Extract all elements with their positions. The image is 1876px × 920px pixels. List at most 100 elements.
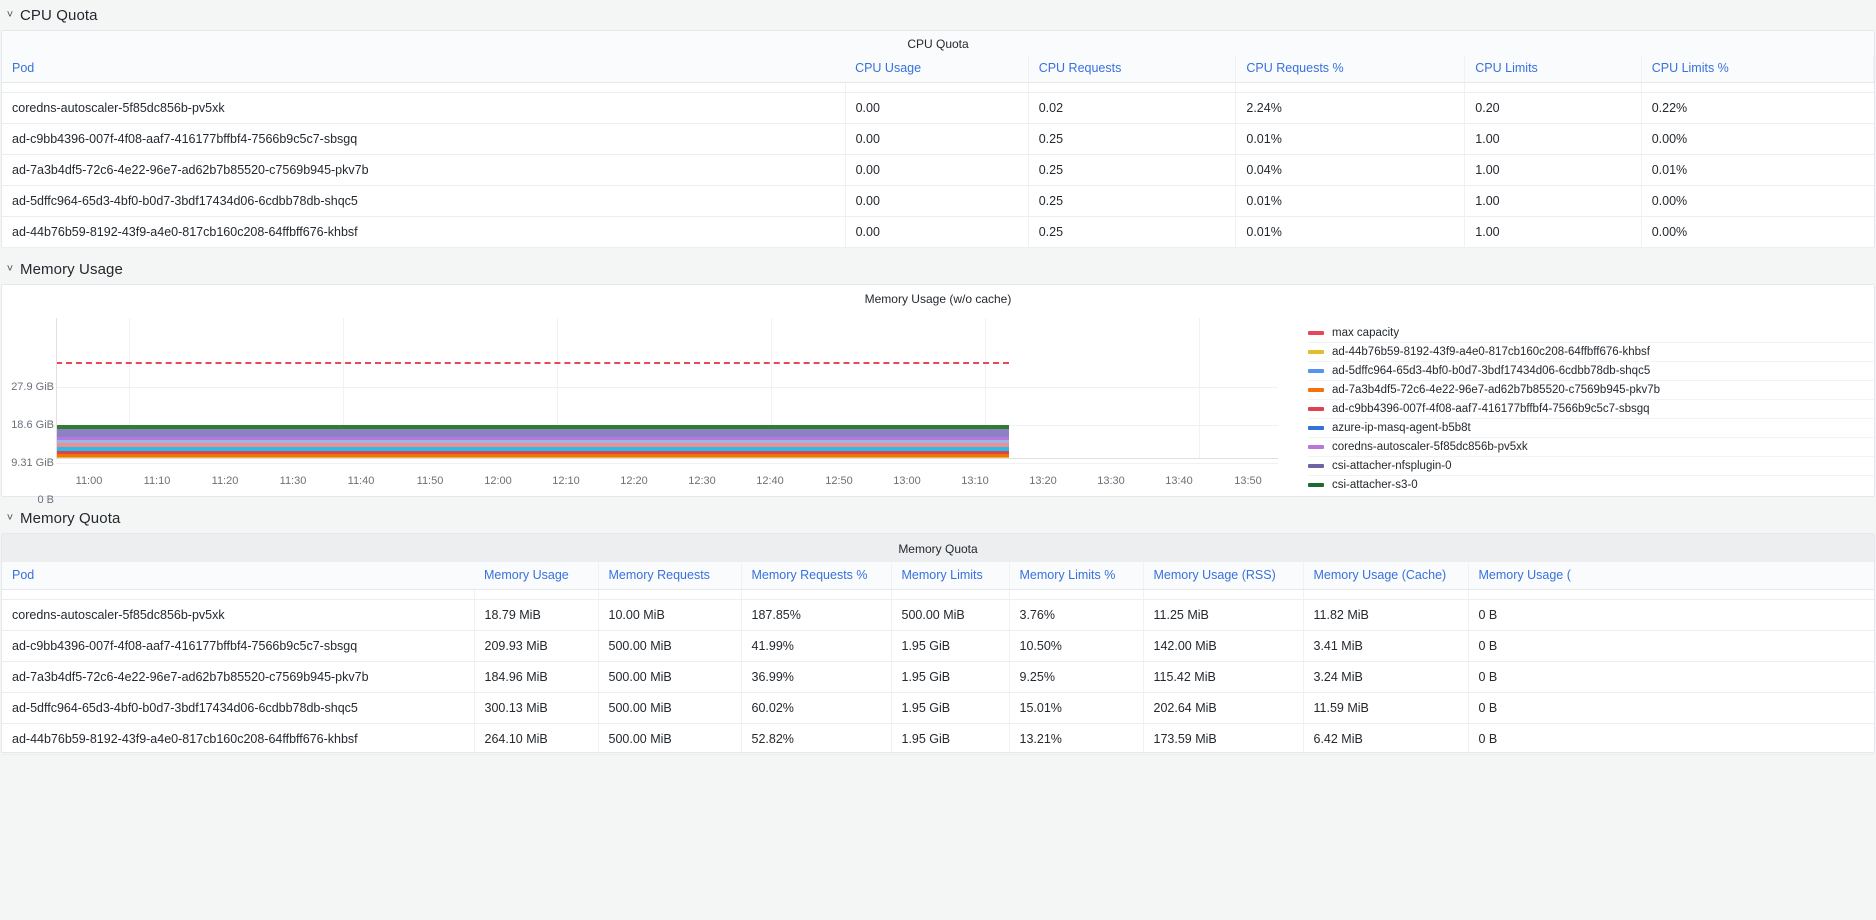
cell-memory-usage-rss: 142.00 MiB: [1143, 630, 1304, 662]
col-header-pod[interactable]: Pod: [2, 562, 474, 590]
legend-color-swatch: [1308, 330, 1324, 335]
cell-memory-usage-rss: 115.42 MiB: [1143, 661, 1304, 693]
table-row[interactable]: coredns-autoscaler-5f85dc856b-pv5xk 0.00…: [2, 92, 1874, 124]
cell-cpu-limits-pct: 0.00%: [1641, 216, 1874, 248]
panel-title-cpu-quota: CPU Quota: [2, 31, 1874, 55]
table-row[interactable]: ad-c9bb4396-007f-4f08-aaf7-416177bffbf4-…: [2, 630, 1874, 662]
y-tick-label: 27.9 GiB: [11, 381, 54, 393]
cell-memory-usage-extra: 0 B: [1468, 661, 1874, 693]
table-row[interactable]: ad-5dffc964-65d3-4bf0-b0d7-3bdf17434d06-…: [2, 692, 1874, 724]
cell-memory-limits-pct: 15.01%: [1009, 692, 1144, 724]
col-header-cpu-requests[interactable]: CPU Requests: [1028, 55, 1237, 83]
col-header-cpu-limits[interactable]: CPU Limits: [1464, 55, 1642, 83]
x-tick-label: 13:10: [961, 475, 989, 487]
cell-cpu-limits-pct: 0.22%: [1641, 92, 1874, 124]
cell-cpu-usage: 0.00: [845, 92, 1029, 124]
chevron-down-icon[interactable]: ˅: [4, 512, 16, 524]
row-header-cpu-quota[interactable]: ˅ CPU Quota: [0, 0, 1876, 30]
x-tick-label: 13:40: [1165, 475, 1193, 487]
cell-memory-usage-cache: 11.59 MiB: [1303, 692, 1469, 724]
legend-item-label: ad-5dffc964-65d3-4bf0-b0d7-3bdf17434d06-…: [1332, 365, 1651, 377]
col-header-cpu-usage[interactable]: CPU Usage: [845, 55, 1029, 83]
cpu-quota-table: Pod CPU Usage CPU Requests CPU Requests …: [2, 55, 1874, 248]
cell-cpu-requests: 0.25: [1028, 185, 1237, 217]
chart-plot-area[interactable]: 27.9 GiB 18.6 GiB 9.31 GiB 0 B 11:00 11:…: [2, 310, 1294, 506]
cell-memory-limits: 500.00 MiB: [891, 599, 1010, 631]
cell-cpu-usage: 0.00: [845, 123, 1029, 155]
legend-item[interactable]: coredns-autoscaler-5f85dc856b-pv5xk: [1308, 437, 1874, 456]
row-title-cpu-quota: CPU Quota: [20, 6, 98, 24]
col-header-memory-limits[interactable]: Memory Limits: [891, 562, 1010, 590]
row-title-memory-quota: Memory Quota: [20, 509, 121, 527]
legend-item-label: ad-c9bb4396-007f-4f08-aaf7-416177bffbf4-…: [1332, 403, 1650, 415]
table-row-clipped[interactable]: azure-ip-masq-agent-b5b8t 10.00 MiB 50.0…: [2, 589, 1874, 600]
cell-pod: coredns-autoscaler-5f85dc856b-pv5xk: [2, 92, 846, 124]
legend-item[interactable]: ad-7a3b4df5-72c6-4e22-96e7-ad62b7b85520-…: [1308, 380, 1874, 399]
chart-legend[interactable]: max capacity ad-44b76b59-8192-43f9-a4e0-…: [1294, 310, 1874, 495]
x-tick-label: 12:50: [825, 475, 853, 487]
legend-item[interactable]: csi-attacher-nfsplugin-0: [1308, 456, 1874, 475]
cell-memory-usage-extra: 0 B: [1468, 692, 1874, 724]
legend-item[interactable]: ad-5dffc964-65d3-4bf0-b0d7-3bdf17434d06-…: [1308, 361, 1874, 380]
table-row[interactable]: ad-7a3b4df5-72c6-4e22-96e7-ad62b7b85520-…: [2, 661, 1874, 693]
table-row-clipped[interactable]: azure-ip-masq-agent-b5b8t 0.00 0.10 0.91…: [2, 82, 1874, 93]
cell-memory-usage-cache: 3.41 MiB: [1303, 630, 1469, 662]
table-row[interactable]: ad-44b76b59-8192-43f9-a4e0-817cb160c208-…: [2, 723, 1874, 755]
cell-memory-limits-pct: 13.21%: [1009, 723, 1144, 755]
cell-memory-usage: 300.13 MiB: [474, 692, 599, 724]
plot-canvas: [56, 318, 1278, 464]
x-tick-label: 12:10: [552, 475, 580, 487]
row-header-memory-quota[interactable]: ˅ Memory Quota: [0, 503, 1876, 533]
col-header-memory-usage-cache[interactable]: Memory Usage (Cache): [1303, 562, 1469, 590]
cell-memory-limits-pct: 3.76%: [1009, 599, 1144, 631]
col-header-memory-limits-pct[interactable]: Memory Limits %: [1009, 562, 1144, 590]
cell-memory-requests: 10.00 MiB: [598, 599, 742, 631]
table-row[interactable]: ad-44b76b59-8192-43f9-a4e0-817cb160c208-…: [2, 216, 1874, 248]
legend-item[interactable]: ad-44b76b59-8192-43f9-a4e0-817cb160c208-…: [1308, 342, 1874, 361]
cell-cpu-requests-pct: 2.24%: [1235, 92, 1466, 124]
cell-memory-usage-cache: 11.82 MiB: [1303, 599, 1469, 631]
row-header-memory-usage[interactable]: ˅ Memory Usage: [0, 254, 1876, 284]
cell-cpu-limits: 0.20: [1464, 92, 1642, 124]
legend-item[interactable]: max capacity: [1308, 323, 1874, 342]
cell-pod: ad-c9bb4396-007f-4f08-aaf7-416177bffbf4-…: [2, 630, 475, 662]
dashboard-root: ˅ CPU Quota CPU Quota Pod CPU Usage CPU …: [0, 0, 1876, 920]
table-row[interactable]: ad-c9bb4396-007f-4f08-aaf7-416177bffbf4-…: [2, 123, 1874, 155]
cell-memory-limits-pct: 10.50%: [1009, 630, 1144, 662]
col-header-cpu-limits-pct[interactable]: CPU Limits %: [1641, 55, 1874, 83]
cell-pod: ad-5dffc964-65d3-4bf0-b0d7-3bdf17434d06-…: [2, 692, 475, 724]
col-header-memory-requests-pct[interactable]: Memory Requests %: [741, 562, 892, 590]
legend-item[interactable]: azure-ip-masq-agent-b5b8t: [1308, 418, 1874, 437]
col-header-pod[interactable]: Pod: [2, 55, 846, 83]
table-row[interactable]: coredns-autoscaler-5f85dc856b-pv5xk 18.7…: [2, 599, 1874, 631]
series-band-csi-attacher-nfsplugin-0: [56, 429, 1010, 437]
chevron-down-icon[interactable]: ˅: [4, 9, 16, 21]
cell-cpu-requests-pct: 0.01%: [1235, 216, 1466, 248]
col-header-memory-usage-truncated[interactable]: Memory Usage (: [1468, 562, 1874, 590]
cell-memory-requests-pct: 36.99%: [741, 661, 892, 693]
cell-pod: coredns-autoscaler-5f85dc856b-pv5xk: [2, 599, 475, 631]
legend-item[interactable]: csi-attacher-s3-0: [1308, 475, 1874, 494]
col-header-memory-requests[interactable]: Memory Requests: [598, 562, 742, 590]
gridline-horizontal: [56, 387, 1278, 388]
cell-cpu-limits-pct: 0.00%: [1641, 123, 1874, 155]
col-header-memory-usage-rss[interactable]: Memory Usage (RSS): [1143, 562, 1304, 590]
legend-item[interactable]: ad-c9bb4396-007f-4f08-aaf7-416177bffbf4-…: [1308, 399, 1874, 418]
legend-item-label: csi-attacher-s3-0: [1332, 479, 1418, 491]
cell-memory-limits-pct: 9.25%: [1009, 661, 1144, 693]
table-row[interactable]: ad-5dffc964-65d3-4bf0-b0d7-3bdf17434d06-…: [2, 185, 1874, 217]
cell-memory-limits: 1.95 GiB: [891, 661, 1010, 693]
x-tick-label: 13:50: [1234, 475, 1262, 487]
table-row[interactable]: ad-7a3b4df5-72c6-4e22-96e7-ad62b7b85520-…: [2, 154, 1874, 186]
cell-memory-usage: 264.10 MiB: [474, 723, 599, 755]
cell-cpu-limits: 1.00: [1464, 216, 1642, 248]
col-header-cpu-requests-pct[interactable]: CPU Requests %: [1235, 55, 1466, 83]
col-header-memory-usage[interactable]: Memory Usage: [474, 562, 599, 590]
chevron-down-icon[interactable]: ˅: [4, 263, 16, 275]
axis-line-x: [56, 458, 1278, 459]
cell-memory-requests-pct: 187.85%: [741, 599, 892, 631]
y-axis: 27.9 GiB 18.6 GiB 9.31 GiB 0 B: [2, 310, 54, 506]
cell-memory-usage-extra: 0 B: [1468, 599, 1874, 631]
x-tick-label: 12:40: [756, 475, 784, 487]
cpu-quota-header-row: Pod CPU Usage CPU Requests CPU Requests …: [2, 55, 1874, 83]
